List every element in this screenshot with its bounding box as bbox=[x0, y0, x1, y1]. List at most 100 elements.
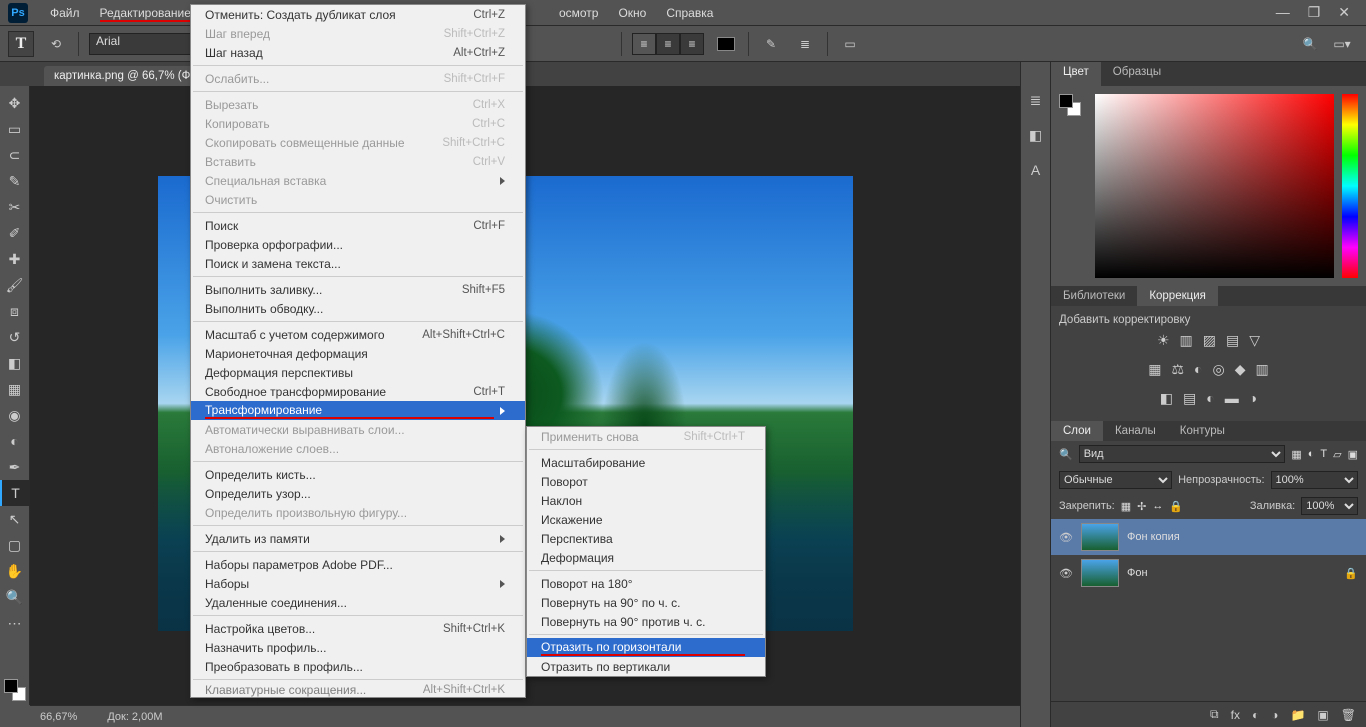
menu-item[interactable]: Марионеточная деформация bbox=[191, 344, 525, 363]
trash-icon[interactable]: 🗑 bbox=[1341, 708, 1356, 722]
tab-paths[interactable]: Контуры bbox=[1168, 421, 1237, 441]
zoom-value[interactable]: 66,67% bbox=[40, 711, 77, 723]
balance-icon[interactable]: ⚖ bbox=[1171, 361, 1184, 378]
menu-item[interactable]: Масштаб с учетом содержимогоAlt+Shift+Ct… bbox=[191, 325, 525, 344]
3d-icon[interactable]: ▭ bbox=[838, 33, 862, 55]
text-color-swatch[interactable] bbox=[714, 33, 738, 55]
fill-select[interactable]: 100% bbox=[1301, 497, 1358, 515]
menu-item[interactable]: Деформация перспективы bbox=[191, 363, 525, 382]
menu-item[interactable]: Преобразовать в профиль... bbox=[191, 657, 525, 676]
fx-icon[interactable]: fx bbox=[1231, 708, 1240, 722]
filter-adjust-icon[interactable]: ◐ bbox=[1308, 448, 1315, 460]
channel-mixer-icon[interactable]: ◆ bbox=[1235, 361, 1246, 378]
submenu-item[interactable]: Искажение bbox=[527, 510, 765, 529]
submenu-item[interactable]: Масштабирование bbox=[527, 453, 765, 472]
crop-tool-icon[interactable]: ✂ bbox=[0, 194, 29, 220]
menu-window[interactable]: Окно bbox=[608, 2, 656, 24]
menu-item[interactable]: Определить кисть... bbox=[191, 465, 525, 484]
filter-type-icon[interactable]: T bbox=[1320, 448, 1327, 460]
layer-row[interactable]: 👁 Фон 🔒 bbox=[1051, 555, 1366, 591]
menu-item[interactable]: Удалить из памяти bbox=[191, 529, 525, 548]
pen-tool-icon[interactable]: ✒ bbox=[0, 454, 29, 480]
dodge-tool-icon[interactable]: ◐ bbox=[0, 428, 29, 454]
submenu-item[interactable]: Поворот bbox=[527, 472, 765, 491]
layer-thumbnail[interactable] bbox=[1081, 523, 1119, 551]
brush-tool-icon[interactable]: 🖌 bbox=[0, 272, 29, 298]
menu-item[interactable]: Выполнить обводку... bbox=[191, 299, 525, 318]
hue-slider[interactable] bbox=[1342, 94, 1358, 278]
history-brush-tool-icon[interactable]: ↺ bbox=[0, 324, 29, 350]
vibrance-icon[interactable]: ▽ bbox=[1249, 332, 1260, 349]
hand-tool-icon[interactable]: ✋ bbox=[0, 558, 29, 584]
layer-name[interactable]: Фон копия bbox=[1127, 531, 1180, 543]
align-center-button[interactable]: ≡ bbox=[656, 33, 680, 55]
submenu-item[interactable]: Повернуть на 90° против ч. с. bbox=[527, 612, 765, 631]
align-right-button[interactable]: ≡ bbox=[680, 33, 704, 55]
minimize-icon[interactable]: — bbox=[1276, 4, 1290, 21]
curves-icon[interactable]: ▨ bbox=[1203, 332, 1216, 349]
color-field[interactable] bbox=[1095, 94, 1334, 278]
link-layers-icon[interactable]: ⧉ bbox=[1210, 707, 1219, 722]
menu-item[interactable]: Проверка орфографии... bbox=[191, 235, 525, 254]
menu-item[interactable]: Отменить: Создать дубликат слояCtrl+Z bbox=[191, 5, 525, 24]
path-select-tool-icon[interactable]: ↖ bbox=[0, 506, 29, 532]
levels-icon[interactable]: ▥ bbox=[1180, 332, 1193, 349]
exposure-icon[interactable]: ▤ bbox=[1226, 332, 1239, 349]
menu-item[interactable]: Наборы параметров Adobe PDF... bbox=[191, 555, 525, 574]
submenu-item[interactable]: Деформация bbox=[527, 548, 765, 567]
blur-tool-icon[interactable]: ◉ bbox=[0, 402, 29, 428]
tab-channels[interactable]: Каналы bbox=[1103, 421, 1168, 441]
tab-color[interactable]: Цвет bbox=[1051, 62, 1101, 86]
brightness-icon[interactable]: ☀ bbox=[1157, 332, 1170, 349]
menu-item[interactable]: Назначить профиль... bbox=[191, 638, 525, 657]
photo-filter-icon[interactable]: ◎ bbox=[1213, 361, 1225, 378]
layer-thumbnail[interactable] bbox=[1081, 559, 1119, 587]
rectangle-tool-icon[interactable]: ▢ bbox=[0, 532, 29, 558]
layer-name[interactable]: Фон bbox=[1127, 567, 1148, 579]
invert-icon[interactable]: ◧ bbox=[1160, 390, 1173, 407]
layer-row[interactable]: 👁 Фон копия bbox=[1051, 519, 1366, 555]
menu-item[interactable]: Удаленные соединения... bbox=[191, 593, 525, 612]
character-dock-icon[interactable]: A bbox=[1031, 162, 1040, 178]
menu-item[interactable]: Шаг назадAlt+Ctrl+Z bbox=[191, 43, 525, 62]
zoom-tool-icon[interactable]: 🔍 bbox=[0, 584, 29, 610]
menu-item[interactable]: Свободное трансформированиеCtrl+T bbox=[191, 382, 525, 401]
lock-position-icon[interactable]: ✢ bbox=[1137, 500, 1146, 513]
posterize-icon[interactable]: ▤ bbox=[1183, 390, 1196, 407]
stamp-tool-icon[interactable]: ⧈ bbox=[0, 298, 29, 324]
blend-mode-select[interactable]: Обычные bbox=[1059, 471, 1172, 489]
submenu-item[interactable]: Отразить по вертикали bbox=[527, 657, 765, 676]
healing-tool-icon[interactable]: ✚ bbox=[0, 246, 29, 272]
search-icon[interactable]: 🔍 bbox=[1298, 33, 1322, 55]
visibility-icon[interactable]: 👁 bbox=[1059, 531, 1073, 544]
menu-item[interactable]: Выполнить заливку...Shift+F5 bbox=[191, 280, 525, 299]
properties-dock-icon[interactable]: ◧ bbox=[1029, 127, 1042, 144]
active-tool-preview[interactable]: T bbox=[8, 31, 34, 57]
menu-file[interactable]: Файл bbox=[40, 2, 90, 24]
layer-filter-select[interactable]: Вид bbox=[1079, 445, 1286, 463]
submenu-item[interactable]: Отразить по горизонтали bbox=[527, 638, 765, 657]
threshold-icon[interactable]: ◐ bbox=[1206, 390, 1214, 407]
edit-toolbar-icon[interactable]: ⋯ bbox=[0, 610, 29, 636]
menu-item[interactable]: Определить узор... bbox=[191, 484, 525, 503]
lock-pixels-icon[interactable]: ▦ bbox=[1121, 500, 1131, 513]
workspace-icon[interactable]: ▭▾ bbox=[1330, 33, 1354, 55]
menu-edit[interactable]: Редактирование bbox=[90, 2, 201, 24]
move-tool-icon[interactable]: ✥ bbox=[0, 90, 29, 116]
menu-item[interactable]: Трансформирование bbox=[191, 401, 525, 420]
menu-item[interactable]: Наборы bbox=[191, 574, 525, 593]
filter-smart-icon[interactable]: ▣ bbox=[1348, 448, 1358, 461]
tab-layers[interactable]: Слои bbox=[1051, 421, 1103, 441]
warp-text-icon[interactable]: ✎ bbox=[759, 33, 783, 55]
lock-all-icon[interactable]: 🔒 bbox=[1169, 500, 1183, 513]
eyedropper-tool-icon[interactable]: ✐ bbox=[0, 220, 29, 246]
marquee-tool-icon[interactable]: ▭ bbox=[0, 116, 29, 142]
submenu-item[interactable]: Поворот на 180° bbox=[527, 574, 765, 593]
eraser-tool-icon[interactable]: ◧ bbox=[0, 350, 29, 376]
selective-color-icon[interactable]: ◑ bbox=[1249, 390, 1257, 407]
hue-icon[interactable]: ▦ bbox=[1148, 361, 1161, 378]
bw-icon[interactable]: ◐ bbox=[1194, 361, 1202, 378]
menu-item[interactable]: Поиск и замена текста... bbox=[191, 254, 525, 273]
adjustment-layer-icon[interactable]: ◑ bbox=[1271, 708, 1278, 722]
visibility-icon[interactable]: 👁 bbox=[1059, 567, 1073, 580]
